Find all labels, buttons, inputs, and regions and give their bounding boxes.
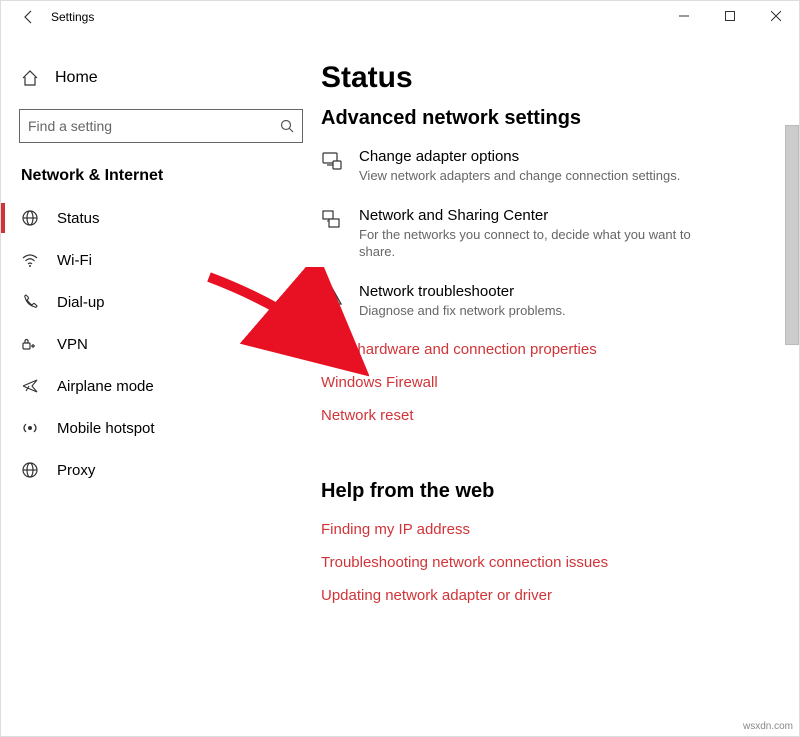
help-link-driver[interactable]: Updating network adapter or driver (321, 587, 775, 604)
search-placeholder: Find a setting (28, 118, 112, 134)
page-title: Status (321, 61, 775, 95)
window-title: Settings (51, 10, 94, 24)
option-change-adapter[interactable]: Change adapter options View network adap… (321, 148, 775, 185)
link-windows-firewall[interactable]: Windows Firewall (321, 374, 775, 391)
option-troubleshooter[interactable]: Network troubleshooter Diagnose and fix … (321, 283, 775, 320)
sidebar-category: Network & Internet (1, 153, 321, 197)
search-icon (280, 119, 294, 133)
sidebar: Home Find a setting Network & Internet S… (1, 33, 321, 736)
sidebar-item-vpn[interactable]: VPN (1, 323, 321, 365)
option-desc: For the networks you connect to, decide … (359, 226, 699, 261)
sidebar-item-status[interactable]: Status (1, 197, 321, 239)
option-title: Change adapter options (359, 148, 680, 165)
adapter-icon (321, 150, 343, 172)
dialup-icon (21, 293, 39, 311)
sharing-icon (321, 209, 343, 231)
hotspot-icon (21, 419, 39, 437)
sidebar-item-label: Proxy (57, 462, 95, 479)
vpn-icon (21, 335, 39, 353)
link-network-reset[interactable]: Network reset (321, 407, 775, 424)
scrollbar[interactable] (785, 125, 799, 345)
status-icon (21, 209, 39, 227)
sidebar-item-label: Status (57, 210, 100, 227)
airplane-icon (21, 377, 39, 395)
help-link-troubleshoot[interactable]: Troubleshooting network connection issue… (321, 554, 775, 571)
nav-home-label: Home (55, 69, 98, 87)
proxy-icon (21, 461, 39, 479)
search-input[interactable]: Find a setting (19, 109, 303, 143)
sidebar-item-label: Dial-up (57, 294, 105, 311)
section-title: Advanced network settings (321, 107, 775, 130)
minimize-button[interactable] (661, 1, 707, 31)
link-hardware-properties[interactable]: View hardware and connection properties (321, 341, 775, 358)
maximize-button[interactable] (707, 1, 753, 31)
sidebar-item-proxy[interactable]: Proxy (1, 449, 321, 491)
help-link-ip[interactable]: Finding my IP address (321, 521, 775, 538)
arrow-left-icon (21, 9, 37, 25)
nav-home[interactable]: Home (1, 59, 321, 97)
sidebar-item-label: Mobile hotspot (57, 420, 155, 437)
back-button[interactable] (13, 1, 45, 33)
sidebar-item-hotspot[interactable]: Mobile hotspot (1, 407, 321, 449)
sidebar-item-dialup[interactable]: Dial-up (1, 281, 321, 323)
home-icon (21, 69, 39, 87)
wifi-icon (21, 251, 39, 269)
option-title: Network troubleshooter (359, 283, 566, 300)
sidebar-item-wifi[interactable]: Wi-Fi (1, 239, 321, 281)
option-desc: Diagnose and fix network problems. (359, 302, 566, 320)
watermark: wsxdn.com (743, 721, 793, 732)
sidebar-item-label: Airplane mode (57, 378, 154, 395)
help-title: Help from the web (321, 480, 775, 503)
close-button[interactable] (753, 1, 799, 31)
main-content: Status Advanced network settings Change … (321, 33, 799, 736)
sidebar-item-label: VPN (57, 336, 88, 353)
option-desc: View network adapters and change connect… (359, 167, 680, 185)
sidebar-item-airplane[interactable]: Airplane mode (1, 365, 321, 407)
warning-icon (321, 285, 343, 307)
option-sharing-center[interactable]: Network and Sharing Center For the netwo… (321, 207, 775, 261)
sidebar-item-label: Wi-Fi (57, 252, 92, 269)
option-title: Network and Sharing Center (359, 207, 699, 224)
